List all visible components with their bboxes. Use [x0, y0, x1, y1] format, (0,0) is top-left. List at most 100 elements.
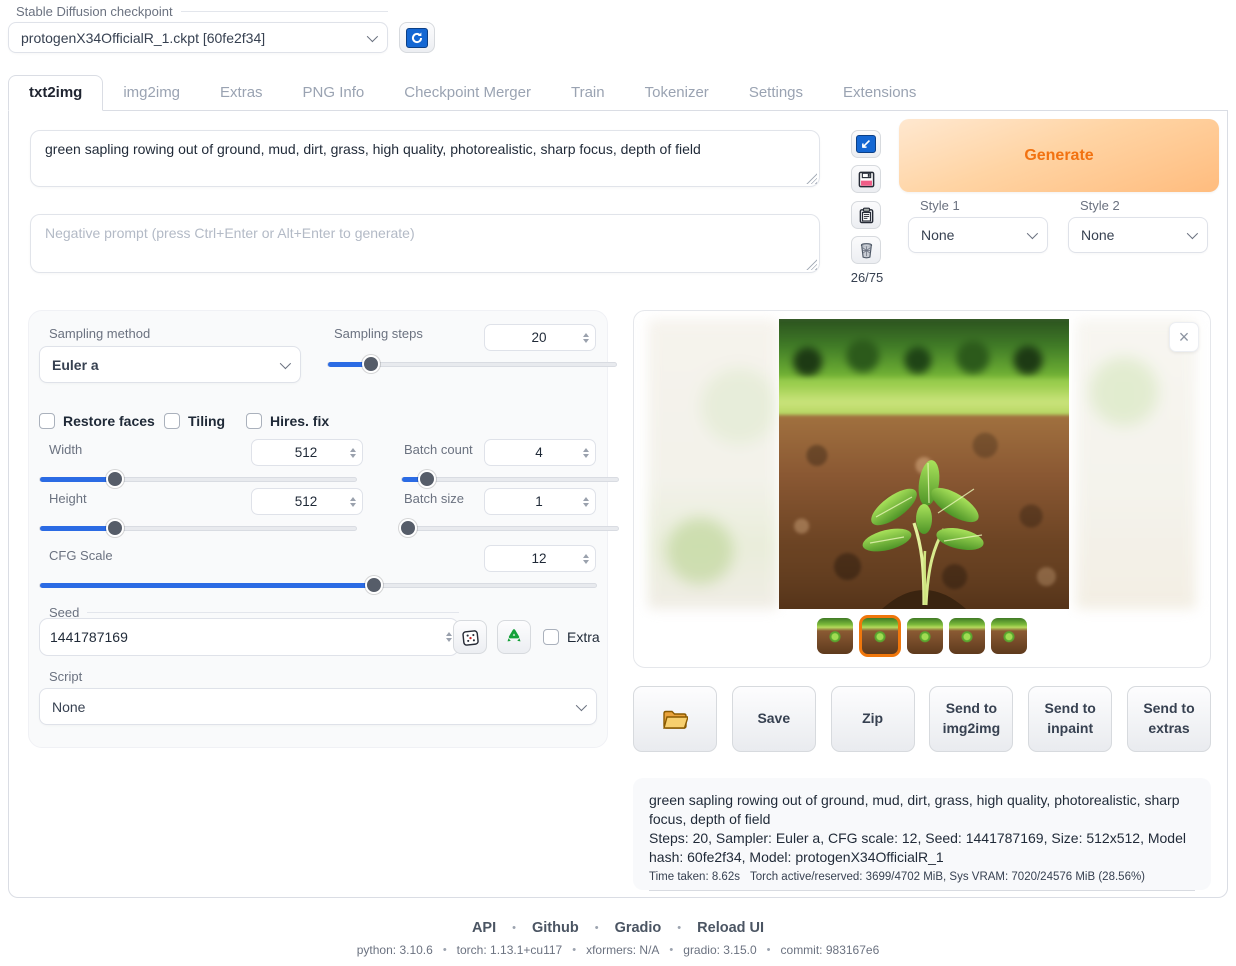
style1-select[interactable]: None — [908, 217, 1048, 253]
label-divider — [181, 11, 388, 12]
script-select[interactable]: None — [39, 688, 597, 725]
tab-checkpoint-merger[interactable]: Checkpoint Merger — [384, 76, 551, 110]
checkbox-box[interactable] — [164, 413, 180, 429]
refresh-checkpoint-button[interactable] — [399, 22, 435, 53]
thumbnail-1[interactable] — [817, 618, 853, 654]
dice-icon — [461, 628, 480, 647]
checkpoint-label-row: Stable Diffusion checkpoint — [16, 4, 388, 19]
stepper-arrows[interactable] — [350, 448, 356, 458]
reuse-seed-button[interactable] — [497, 620, 531, 654]
tab-img2img[interactable]: img2img — [103, 76, 200, 110]
sampling-method-value: Euler a — [52, 357, 280, 373]
tiling-checkbox[interactable]: Tiling — [164, 413, 225, 429]
height-label: Height — [49, 491, 87, 506]
restore-faces-checkbox[interactable]: Restore faces — [39, 413, 155, 429]
stepper-arrows[interactable] — [583, 333, 589, 343]
recycle-icon — [504, 627, 524, 647]
clear-prompt-button[interactable] — [851, 236, 881, 264]
style2-select[interactable]: None — [1068, 217, 1208, 253]
send-to-img2img-button[interactable]: Send to img2img — [929, 686, 1013, 752]
negative-prompt-input[interactable] — [30, 214, 820, 273]
batch-size-slider[interactable] — [401, 520, 619, 536]
paste-params-button[interactable]: ↙ — [851, 130, 881, 158]
refresh-icon — [406, 28, 428, 48]
cfg-scale-value: 12 — [495, 551, 583, 566]
extra-seed-checkbox[interactable]: Extra — [543, 629, 600, 645]
hires-fix-checkbox[interactable]: Hires. fix — [246, 413, 329, 429]
thumbnail-4[interactable] — [949, 618, 985, 654]
height-slider[interactable] — [39, 520, 357, 536]
save-style-button[interactable] — [851, 165, 881, 193]
generate-button[interactable]: Generate — [899, 119, 1219, 192]
sampling-steps-slider[interactable] — [327, 356, 617, 372]
floppy-disk-icon — [858, 171, 875, 188]
height-input[interactable]: 512 — [251, 488, 363, 515]
bullet-separator: • — [512, 922, 516, 934]
github-link[interactable]: Github — [532, 920, 579, 936]
stepper-arrows[interactable] — [583, 554, 589, 564]
generated-image[interactable] — [779, 319, 1069, 609]
cfg-scale-slider[interactable] — [39, 577, 597, 593]
open-folder-button[interactable] — [633, 686, 717, 752]
random-seed-button[interactable] — [453, 620, 487, 654]
stepper-arrows[interactable] — [446, 632, 452, 642]
script-label: Script — [49, 669, 82, 684]
style2-value: None — [1081, 227, 1187, 243]
sampling-method-select[interactable]: Euler a — [39, 346, 301, 383]
thumbnail-5[interactable] — [991, 618, 1027, 654]
tab-txt2img[interactable]: txt2img — [8, 75, 103, 111]
batch-size-input[interactable]: 1 — [484, 488, 596, 515]
batch-count-input[interactable]: 4 — [484, 439, 596, 466]
bullet-separator: • — [669, 944, 673, 956]
seed-input[interactable]: 1441787169 — [39, 618, 459, 656]
chevron-down-icon — [1027, 228, 1038, 239]
chevron-down-icon — [1187, 228, 1198, 239]
gradio-link[interactable]: Gradio — [615, 920, 662, 936]
zip-button[interactable]: Zip — [831, 686, 915, 752]
batch-count-slider[interactable] — [401, 471, 619, 487]
seed-value: 1441787169 — [50, 629, 446, 645]
style1-label: Style 1 — [920, 198, 960, 213]
footer-links: API • Github • Gradio • Reload UI — [0, 920, 1236, 936]
thumbnail-2-selected[interactable] — [859, 615, 901, 657]
checkbox-box[interactable] — [39, 413, 55, 429]
info-prompt-text: green sapling rowing out of ground, mud,… — [649, 791, 1195, 829]
checkbox-box[interactable] — [543, 629, 559, 645]
checkpoint-select[interactable]: protogenX34OfficialR_1.ckpt [60fe2f34] — [8, 22, 388, 53]
prompt-input[interactable]: green sapling rowing out of ground, mud,… — [30, 130, 820, 187]
stepper-arrows[interactable] — [583, 448, 589, 458]
gallery-thumbnails — [634, 615, 1210, 657]
tab-png-info[interactable]: PNG Info — [283, 76, 385, 110]
send-to-inpaint-button[interactable]: Send to inpaint — [1028, 686, 1112, 752]
tab-extras[interactable]: Extras — [200, 76, 283, 110]
width-slider[interactable] — [39, 471, 357, 487]
tab-settings[interactable]: Settings — [729, 76, 823, 110]
batch-count-label: Batch count — [404, 442, 473, 457]
reload-ui-link[interactable]: Reload UI — [697, 920, 764, 936]
chevron-down-icon — [576, 699, 587, 710]
stepper-arrows[interactable] — [583, 497, 589, 507]
apply-style-button[interactable] — [851, 201, 881, 229]
label-divider — [87, 612, 459, 613]
width-input[interactable]: 512 — [251, 439, 363, 466]
tiling-label: Tiling — [188, 413, 225, 429]
save-button[interactable]: Save — [732, 686, 816, 752]
thumbnail-3[interactable] — [907, 618, 943, 654]
tab-tokenizer[interactable]: Tokenizer — [625, 76, 729, 110]
checkbox-box[interactable] — [246, 413, 262, 429]
tab-train[interactable]: Train — [551, 76, 625, 110]
api-link[interactable]: API — [472, 920, 496, 936]
vram-usage: Torch active/reserved: 3699/4702 MiB, Sy… — [750, 871, 1145, 883]
send-to-extras-button[interactable]: Send to extras — [1127, 686, 1211, 752]
generation-info: green sapling rowing out of ground, mud,… — [633, 778, 1211, 890]
sampling-steps-input[interactable]: 20 — [484, 324, 596, 351]
sampling-steps-label: Sampling steps — [334, 326, 423, 341]
sampling-steps-value: 20 — [495, 330, 583, 345]
stepper-arrows[interactable] — [350, 497, 356, 507]
footer-versions: python: 3.10.6 • torch: 1.13.1+cu117 • x… — [0, 943, 1236, 957]
tab-extensions[interactable]: Extensions — [823, 76, 936, 110]
info-performance-text: Time taken: 8.62sTorch active/reserved: … — [649, 871, 1195, 891]
cfg-scale-input[interactable]: 12 — [484, 545, 596, 572]
bullet-separator: • — [443, 944, 447, 956]
close-gallery-button[interactable]: × — [1169, 322, 1199, 352]
